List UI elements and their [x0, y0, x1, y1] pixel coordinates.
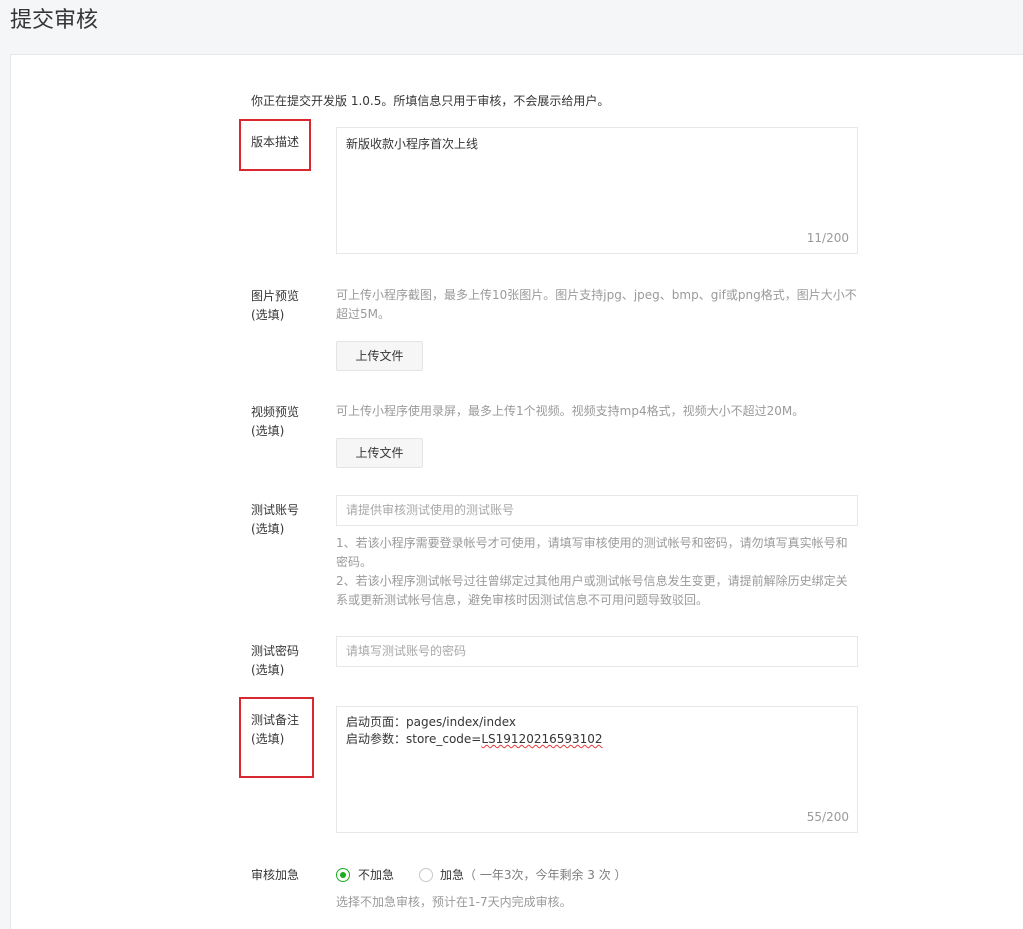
radio-urgent-label[interactable]: 加急 — [440, 866, 464, 884]
test-account-label-text: 测试账号 — [251, 503, 300, 517]
test-notes-counter: 55/200 — [806, 810, 849, 824]
radio-not-urgent-label[interactable]: 不加急 — [358, 866, 394, 884]
radio-urgent-note: （ 一年3次，今年剩余 3 次 ） — [464, 868, 627, 882]
test-account-hint-line4: 系或更新测试帐号信息，避免审核时因测试信息不可用问题导致驳回。 — [336, 593, 709, 607]
test-notes-line2: 启动参数：store_code=LS19120216593102 — [346, 731, 848, 748]
video-preview-label-text: 视频预览 — [251, 405, 300, 419]
video-preview-optional: (选填) — [251, 424, 285, 438]
test-account-hint-line3: 2、若该小程序测试帐号过往曾绑定过其他用户或测试帐号信息发生变更，请提前解除历史… — [336, 574, 848, 588]
test-notes-textarea[interactable]: 启动页面：pages/index/index 启动参数：store_code=L… — [336, 706, 858, 833]
intro-text: 你正在提交开发版 1.0.5。所填信息只用于审核，不会展示给用户。 — [251, 94, 610, 108]
test-notes-store-code: LS19120216593102 — [481, 732, 603, 746]
test-account-hint: 1、若该小程序需要登录帐号才可使用，请填写审核使用的测试帐号和密码，请勿填写真实… — [336, 534, 861, 610]
test-notes-optional: (选填) — [251, 732, 285, 746]
test-account-input[interactable]: 请提供审核测试使用的测试账号 — [336, 495, 858, 526]
test-account-hint-line1: 1、若该小程序需要登录帐号才可使用，请填写审核使用的测试帐号和密码，请勿填写真实… — [336, 536, 848, 550]
image-upload-button[interactable]: 上传文件 — [336, 341, 423, 371]
image-preview-label: 图片预览 (选填) — [251, 287, 299, 325]
test-password-optional: (选填) — [251, 663, 285, 677]
image-preview-hint: 可上传小程序截图，最多上传10张图片。图片支持jpg、jpeg、bmp、gif或… — [336, 286, 861, 324]
test-password-label: 测试密码 (选填) — [251, 642, 299, 680]
image-preview-hint-line1: 可上传小程序截图，最多上传10张图片。图片支持jpg、jpeg、bmp、gif或… — [336, 288, 857, 302]
image-preview-hint-line2: 超过5M。 — [336, 307, 390, 321]
version-desc-label-text: 版本描述 — [251, 135, 300, 149]
image-preview-optional: (选填) — [251, 308, 285, 322]
radio-urgent[interactable] — [419, 868, 433, 882]
radio-not-urgent[interactable] — [336, 868, 350, 882]
version-desc-label: 版本描述 — [251, 133, 299, 152]
video-upload-button[interactable]: 上传文件 — [336, 438, 423, 468]
image-preview-label-text: 图片预览 — [251, 289, 300, 303]
version-desc-counter: 11/200 — [806, 231, 849, 245]
test-notes-label: 测试备注 (选填) — [251, 711, 299, 749]
test-account-label: 测试账号 (选填) — [251, 501, 299, 539]
test-notes-line1: 启动页面：pages/index/index — [346, 715, 516, 729]
test-account-optional: (选填) — [251, 522, 285, 536]
test-notes-label-text: 测试备注 — [251, 713, 300, 727]
video-preview-hint: 可上传小程序使用录屏，最多上传1个视频。视频支持mp4格式，视频大小不超过20M… — [336, 404, 805, 418]
version-desc-textarea[interactable]: 新版收款小程序首次上线 11/200 — [336, 127, 858, 254]
test-notes-line2-prefix: 启动参数：store_code= — [346, 732, 482, 746]
test-account-hint-line2: 密码。 — [336, 555, 373, 569]
test-password-label-text: 测试密码 — [251, 644, 300, 658]
test-password-input[interactable]: 请填写测试账号的密码 — [336, 636, 858, 667]
page-title: 提交审核 — [10, 8, 99, 33]
video-preview-label: 视频预览 (选填) — [251, 403, 299, 441]
version-desc-value: 新版收款小程序首次上线 — [346, 137, 479, 151]
expedite-label: 审核加急 — [251, 868, 300, 882]
expedite-hint: 选择不加急审核，预计在1-7天内完成审核。 — [336, 895, 572, 909]
